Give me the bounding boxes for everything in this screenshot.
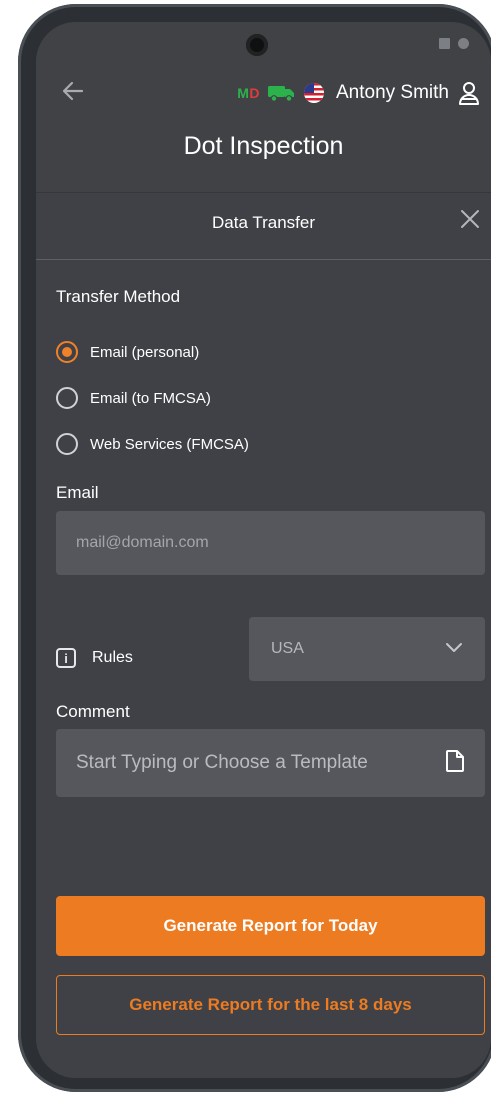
radio-button-selected[interactable] xyxy=(56,341,78,363)
page-title: Dot Inspection xyxy=(183,132,344,160)
radio-label: Web Services (FMCSA) xyxy=(90,435,249,453)
truck-icon xyxy=(268,84,296,102)
app-screen: MD Antony Smith Dot Inspection Data Tran… xyxy=(36,22,491,1078)
rules-row: i Rules xyxy=(56,648,133,668)
md-badge-m: M xyxy=(237,85,250,101)
md-badge-d: D xyxy=(249,85,260,101)
comment-field[interactable]: Start Typing or Choose a Template xyxy=(56,729,485,797)
header-status: MD Antony Smith xyxy=(237,80,481,106)
user-name: Antony Smith xyxy=(336,82,449,103)
user-icon[interactable] xyxy=(457,80,481,106)
rules-select[interactable]: USA xyxy=(249,617,485,681)
md-badge: MD xyxy=(237,85,260,101)
status-dot-icon xyxy=(458,38,469,49)
radio-button[interactable] xyxy=(56,387,78,409)
radio-button[interactable] xyxy=(56,433,78,455)
rules-select-value: USA xyxy=(271,640,304,657)
status-square-icon xyxy=(439,38,450,49)
back-arrow-icon[interactable] xyxy=(60,78,86,109)
radio-email-fmcsa[interactable]: Email (to FMCSA) xyxy=(56,387,211,409)
comment-placeholder: Start Typing or Choose a Template xyxy=(76,752,368,773)
divider xyxy=(36,259,491,260)
transfer-method-label: Transfer Method xyxy=(56,287,181,306)
app-header: MD Antony Smith Dot Inspection xyxy=(36,22,491,192)
comment-label: Comment xyxy=(56,702,130,721)
us-flag-icon xyxy=(304,83,324,103)
close-icon[interactable] xyxy=(459,207,481,235)
radio-web-services[interactable]: Web Services (FMCSA) xyxy=(56,433,249,455)
chevron-down-icon xyxy=(445,640,463,658)
email-field-container xyxy=(56,511,491,575)
email-field[interactable] xyxy=(56,511,491,575)
data-transfer-modal: Data Transfer Transfer Method Email (per… xyxy=(36,192,491,1078)
modal-title: Data Transfer xyxy=(212,213,315,232)
radio-email-personal[interactable]: Email (personal) xyxy=(56,341,199,363)
info-icon[interactable]: i xyxy=(56,648,76,668)
front-camera xyxy=(246,34,268,56)
generate-report-today-button[interactable]: Generate Report for Today xyxy=(56,896,485,956)
template-icon[interactable] xyxy=(445,749,465,778)
generate-report-8-days-button[interactable]: Generate Report for the last 8 days xyxy=(56,975,485,1035)
email-label: Email xyxy=(56,483,99,502)
status-icons xyxy=(439,38,469,49)
rules-label: Rules xyxy=(92,649,133,666)
radio-label: Email (personal) xyxy=(90,343,200,361)
radio-label: Email (to FMCSA) xyxy=(90,389,211,407)
